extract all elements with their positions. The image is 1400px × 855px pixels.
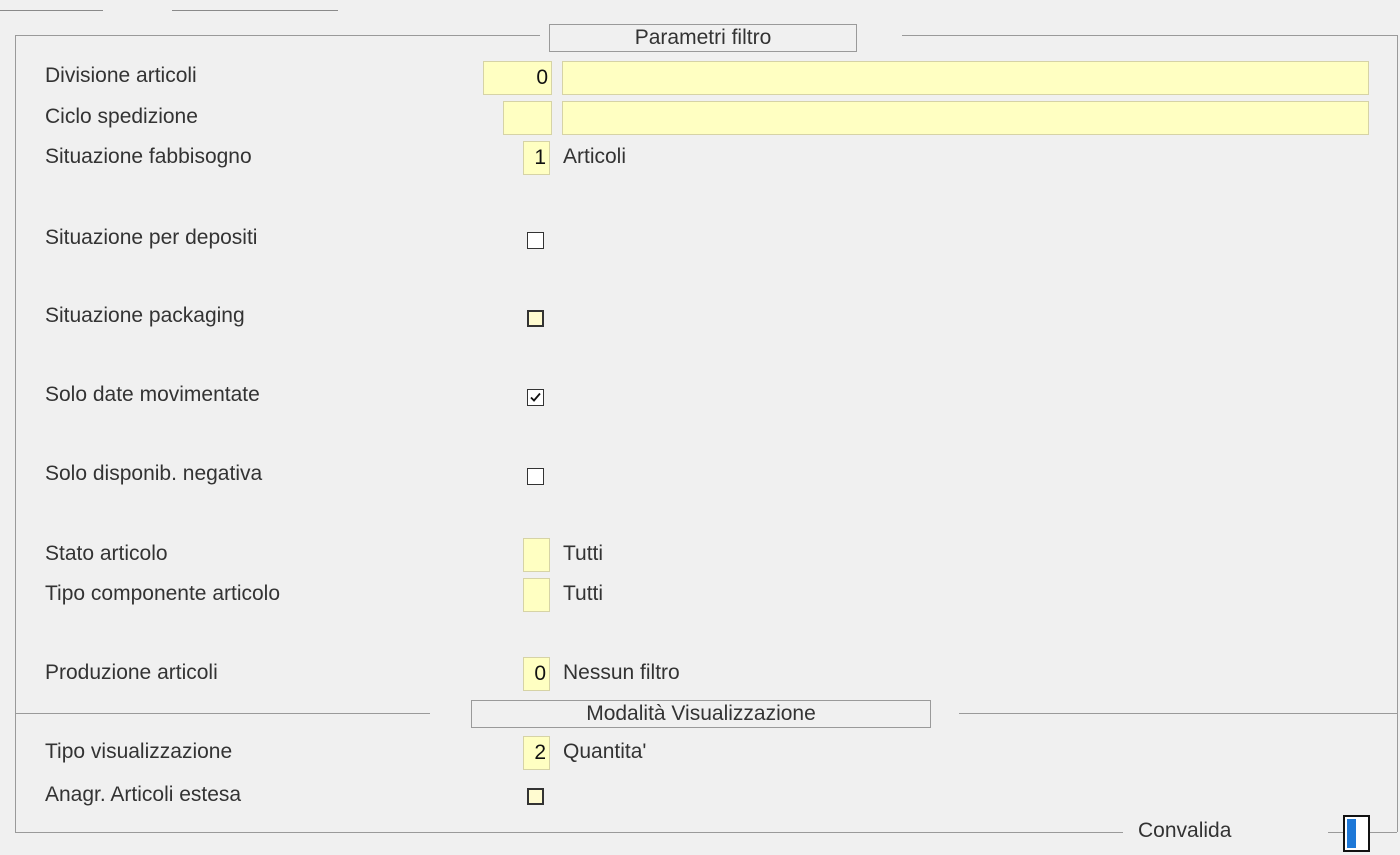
produzione-label: Produzione articoli (45, 661, 218, 684)
packaging-checkbox[interactable] (527, 310, 544, 327)
stato-label: Stato articolo (45, 542, 168, 565)
stato-code-field[interactable] (523, 538, 550, 572)
view-group-border-top-left (15, 713, 430, 714)
fabbisogno-code-field[interactable]: 1 (523, 141, 550, 175)
produzione-code-field[interactable]: 0 (523, 657, 550, 691)
divisione-desc-field[interactable] (562, 61, 1369, 95)
anagr-checkbox[interactable] (527, 788, 544, 805)
fabbisogno-desc: Articoli (563, 145, 627, 168)
convalida-label: Convalida (1138, 819, 1232, 842)
date-mov-checkbox[interactable] (527, 389, 544, 406)
packaging-label: Situazione packaging (45, 304, 245, 327)
view-group-border-top-right (959, 713, 1397, 714)
divisione-code-field[interactable]: 0 (483, 61, 552, 95)
stato-desc: Tutti (563, 542, 604, 565)
tipo-vis-desc: Quantita' (563, 740, 647, 763)
tipo-comp-desc: Tutti (563, 582, 604, 605)
filter-group-border-top-left (15, 35, 540, 36)
produzione-desc: Nessun filtro (563, 661, 680, 684)
convalida-button[interactable] (1343, 815, 1370, 852)
date-mov-label: Solo date movimentate (45, 383, 260, 406)
fabbisogno-label: Situazione fabbisogno (45, 145, 252, 168)
disp-neg-checkbox[interactable] (527, 468, 544, 485)
divisione-label: Divisione articoli (45, 64, 197, 87)
convalida-line-right (1370, 832, 1397, 833)
depositi-checkbox[interactable] (527, 232, 544, 249)
tab-stub-right (172, 0, 338, 11)
tipo-comp-label: Tipo componente articolo (45, 582, 281, 605)
view-group-border-left (15, 713, 16, 832)
convalida-line-left (1328, 832, 1343, 833)
view-group-border-right (1397, 713, 1398, 832)
ciclo-code-field[interactable] (503, 101, 552, 135)
view-group-border-bottom (15, 832, 1123, 833)
ciclo-desc-field[interactable] (562, 101, 1369, 135)
tipo-comp-code-field[interactable] (523, 578, 550, 612)
tab-stub-left (0, 0, 103, 11)
tipo-vis-label: Tipo visualizzazione (45, 740, 233, 763)
disp-neg-label: Solo disponib. negativa (45, 462, 263, 485)
checkmark-icon (530, 392, 541, 402)
filter-group-title: Parametri filtro (549, 24, 857, 52)
view-group-title: Modalità Visualizzazione (471, 700, 931, 728)
depositi-label: Situazione per depositi (45, 226, 258, 249)
filter-group-border-top-right (902, 35, 1397, 36)
tipo-vis-code-field[interactable]: 2 (523, 736, 550, 770)
anagr-label: Anagr. Articoli estesa (45, 783, 242, 806)
ciclo-label: Ciclo spedizione (45, 105, 198, 128)
convalida-button-fill (1347, 819, 1356, 848)
filter-group-border-right (1397, 35, 1398, 713)
filter-group-border-left (15, 35, 16, 713)
